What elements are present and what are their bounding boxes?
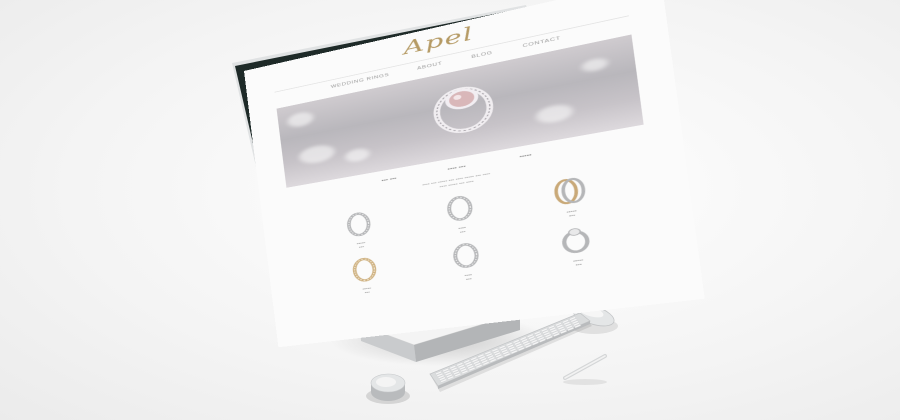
category-link-1[interactable]: ▪▪▪ ▪▪▪	[381, 176, 397, 183]
ring-image	[438, 189, 481, 227]
category-link-3[interactable]: ▪▪▪▪▪	[519, 153, 532, 160]
ring-image	[344, 252, 384, 287]
product-card[interactable]: ▪▪▪▪▪ ▪▪▪	[315, 247, 418, 300]
scene: Apel WEDDING RINGS ABOUT BLOG CONTACT ▪▪…	[0, 0, 900, 420]
ring-image	[546, 171, 593, 210]
ring-image	[339, 206, 379, 242]
ring-photo	[420, 73, 506, 145]
category-link-2[interactable]: ▪▪▪▪ ▪▪▪	[447, 164, 466, 172]
pen-icon[interactable]	[563, 354, 607, 385]
ring-image	[552, 221, 599, 260]
nav-item-about[interactable]: ABOUT	[417, 61, 443, 71]
nav-item-blog[interactable]: BLOG	[471, 51, 493, 60]
ring-image	[444, 237, 488, 274]
dial-icon[interactable]	[366, 373, 410, 404]
nav-item-contact[interactable]: CONTACT	[522, 36, 561, 49]
product-card[interactable]: ▪▪▪▪▪ ▪▪▪	[518, 215, 638, 273]
product-card[interactable]: ▪▪▪▪ ▪▪▪	[412, 232, 523, 287]
